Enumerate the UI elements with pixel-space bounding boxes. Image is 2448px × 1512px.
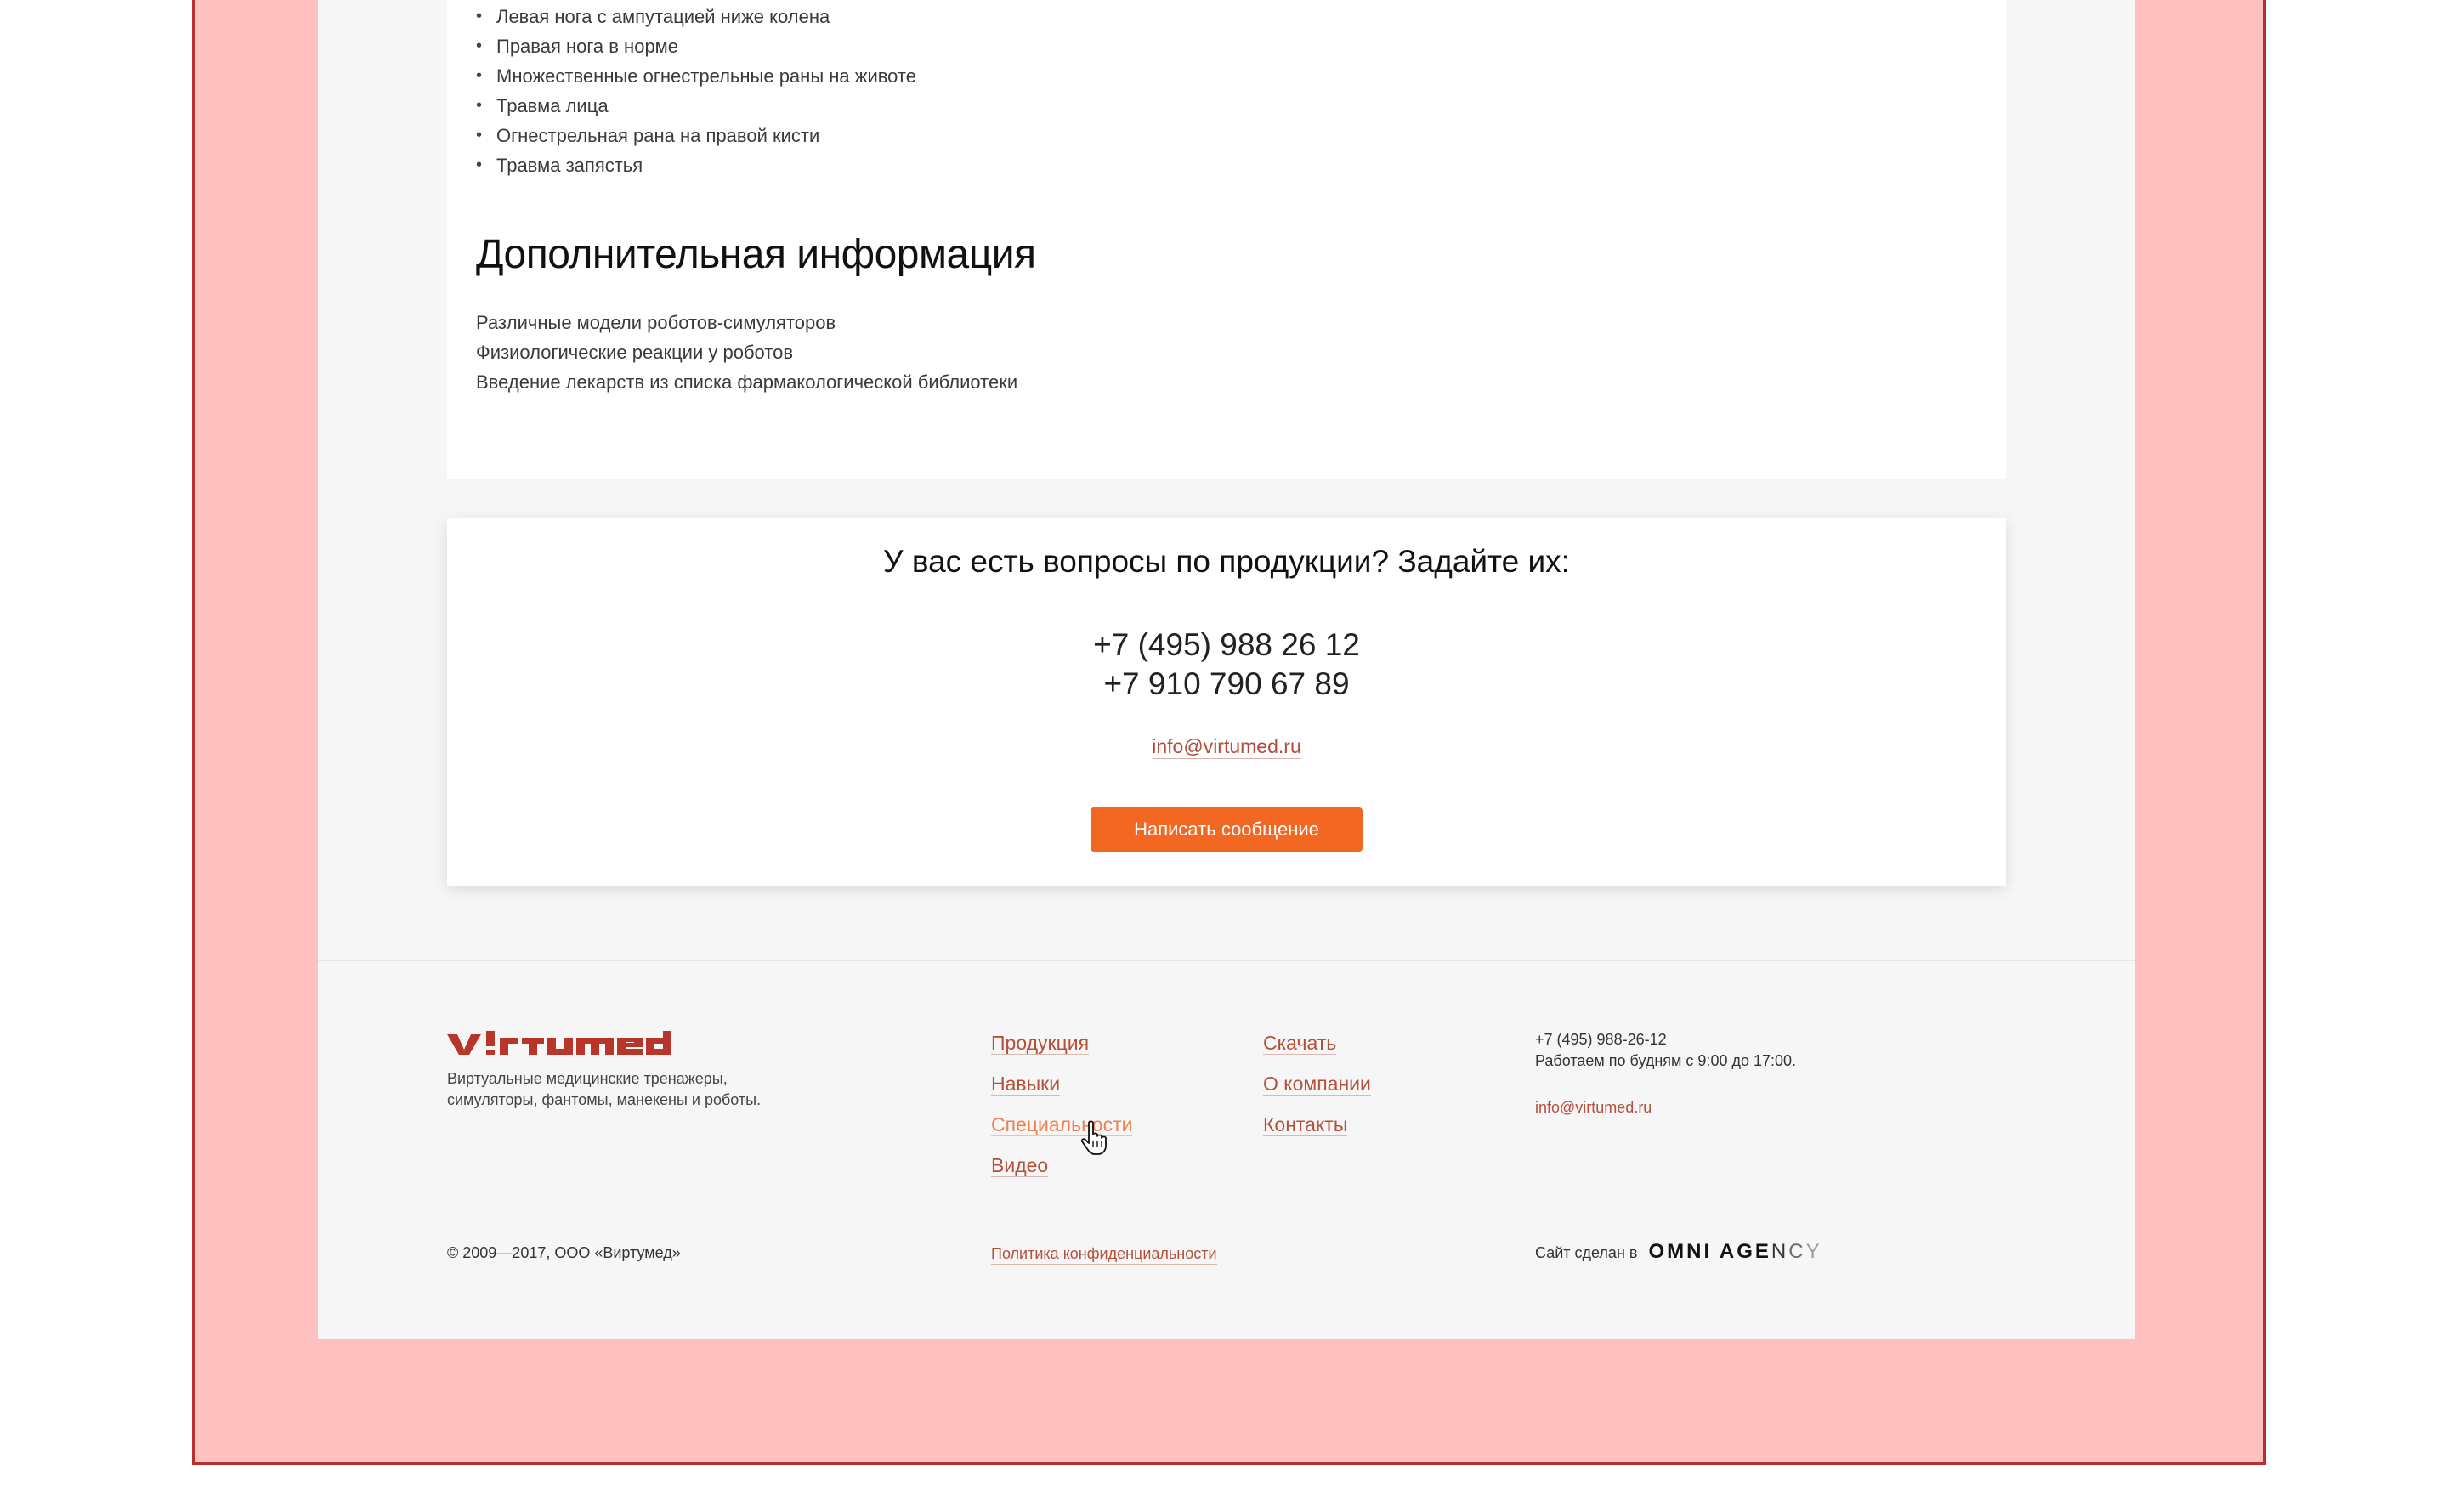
page: • Левая нога с ампутацией ниже колена • Пр… [318,0,2135,1339]
list-item: • Правая нога в норме [476,31,916,61]
footer: Виртуальные медицинские тренажеры, симул… [318,960,2135,1339]
list-item: Различные модели роботов-симуляторов [476,312,836,333]
footer-link-contacts[interactable]: Контакты [1263,1113,1348,1136]
footer-nav-company: Скачать О компании Контакты [1263,1031,1371,1153]
list-item: • Травма запястья [476,150,916,180]
copyright: © 2009—2017, ООО «Виртумед» [447,1244,681,1261]
footer-link-video[interactable]: Видео [991,1154,1049,1177]
questions-card: У вас есть вопросы по продукции? Задайте… [447,518,2006,886]
footer-phone: +7 (495) 988-26-12 [1535,1031,1667,1048]
list-item: Физиологические реакции у роботов [476,342,794,363]
omni-agency-logo[interactable]: OMNI AGENCY [1648,1240,1822,1264]
bullet-icon: • [476,7,483,25]
list-item: Введение лекарств из списка фармакологич… [476,371,1018,393]
phone-primary: +7 (495) 988 26 12 [1093,627,1360,662]
bullet-icon: • [476,37,483,55]
injury-list: • Левая нога с ампутацией ниже колена • Пр… [476,2,916,180]
questions-title: У вас есть вопросы по продукции? Задайте… [883,544,1570,579]
hand-pointer-icon [1080,1120,1107,1155]
write-message-button[interactable]: Написать сообщение [1091,807,1363,852]
bullet-icon: • [476,156,483,174]
bullet-icon: • [476,126,483,144]
bullet-icon: • [476,96,483,115]
additional-info-list: Различные модели роботов-симуляторов Физ… [476,308,1017,397]
questions-email-link[interactable]: info@virtumed.ru [1152,734,1301,759]
list-item: • Огнестрельная рана на правой кисти [476,121,916,150]
footer-link-about[interactable]: О компании [1263,1073,1371,1096]
product-details-card: • Левая нога с ампутацией ниже колена • Пр… [447,0,2006,479]
footer-email-link[interactable]: info@virtumed.ru [1535,1097,1652,1118]
virtumed-logo[interactable] [447,1029,694,1056]
list-item: • Множественные огнестрельные раны на жив… [476,61,916,91]
privacy-policy-link[interactable]: Политика конфиденциальности [991,1243,1217,1265]
phone-secondary: +7 910 790 67 89 [1103,666,1350,701]
bullet-icon: • [476,66,483,85]
footer-link-specialties[interactable]: Специальности [991,1113,1133,1136]
footer-hours: Работаем по будням с 9:00 до 17:00. [1535,1052,1797,1069]
made-by: Сайт сделан в OMNI AGENCY [1535,1240,1822,1264]
footer-contacts: +7 (495) 988-26-12 Работаем по будням с … [1535,1029,1796,1072]
list-item: • Травма лица [476,91,916,121]
footer-nav-products: Продукция Навыки Специальности Видео [991,1031,1133,1194]
footer-link-products[interactable]: Продукция [991,1032,1090,1055]
logo-tagline: Виртуальные медицинские тренажеры, симул… [447,1070,762,1108]
footer-link-download[interactable]: Скачать [1263,1032,1337,1055]
footer-link-skills[interactable]: Навыки [991,1073,1061,1096]
additional-info-heading: Дополнительная информация [476,232,1036,277]
list-item: • Левая нога с ампутацией ниже колена [476,2,916,31]
